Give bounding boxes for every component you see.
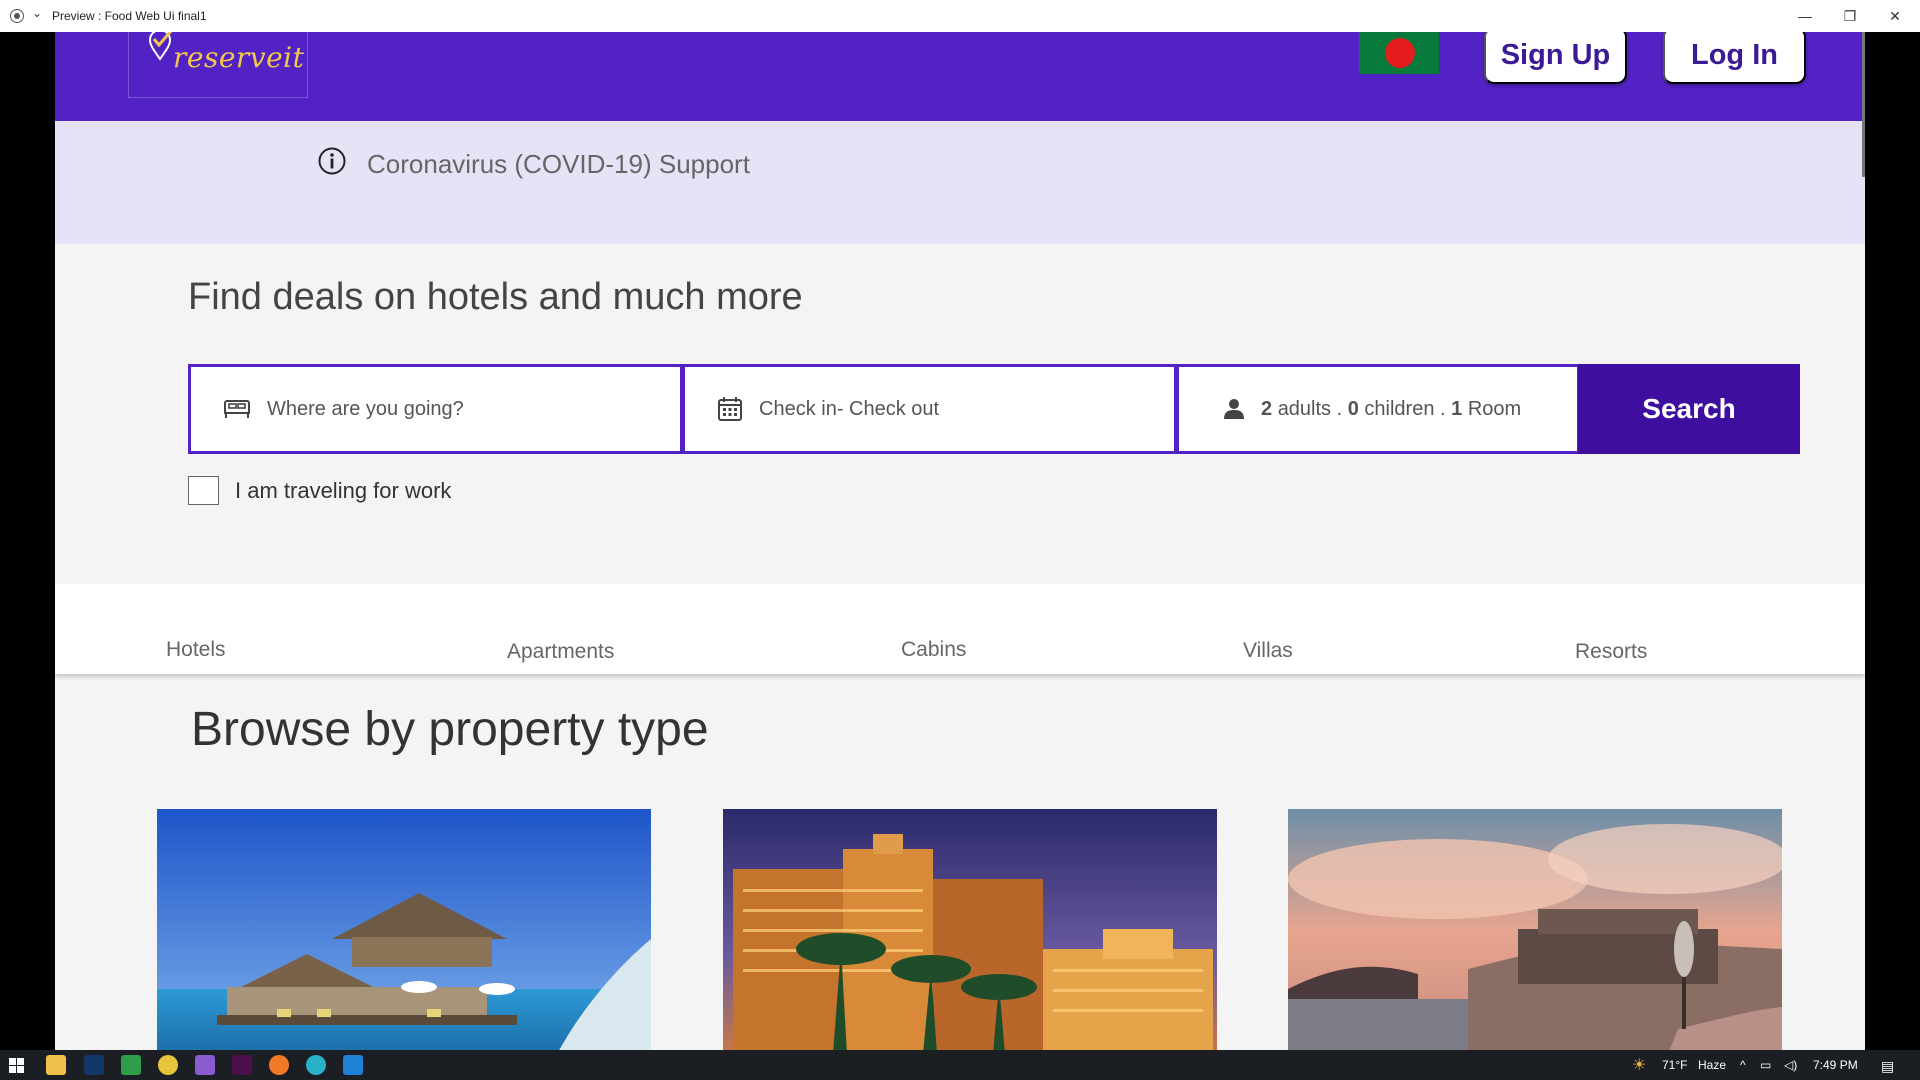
edge-icon[interactable] xyxy=(306,1055,326,1075)
sticky-app-icon[interactable] xyxy=(121,1055,141,1075)
destination-field[interactable]: Where are you going? xyxy=(188,364,683,454)
adults-count: 2 xyxy=(1261,397,1273,420)
property-card-resort[interactable] xyxy=(1288,809,1782,1050)
tab-resorts[interactable]: Resorts xyxy=(1575,640,1647,664)
window-title: Preview : Food Web Ui final1 xyxy=(52,9,207,23)
temperature-text[interactable]: 71°F xyxy=(1662,1058,1687,1072)
rooms-count: 1 xyxy=(1451,397,1463,420)
hotel-night-image xyxy=(723,809,1217,1050)
tray-chevron-icon[interactable]: ^ xyxy=(1740,1058,1746,1072)
restore-button[interactable]: ❐ xyxy=(1830,4,1870,28)
logo[interactable]: reserveit xyxy=(128,32,308,98)
minimize-button[interactable]: — xyxy=(1785,4,1825,28)
overwater-villa-image xyxy=(157,809,651,1050)
guests-summary: 2 adults . 0 children . 1 Room xyxy=(1261,398,1521,421)
adobe-xd-icon[interactable] xyxy=(232,1055,252,1075)
children-count: 0 xyxy=(1347,397,1359,420)
network-icon[interactable]: ▭ xyxy=(1760,1058,1771,1072)
close-button[interactable]: ✕ xyxy=(1875,4,1915,28)
covid-support-link[interactable]: Coronavirus (COVID-19) Support xyxy=(367,149,750,180)
children-label: children . xyxy=(1364,397,1446,420)
tab-apartments[interactable]: Apartments xyxy=(507,640,614,664)
visual-studio-icon[interactable] xyxy=(195,1055,215,1075)
work-travel-label[interactable]: I am traveling for work xyxy=(235,478,451,504)
property-type-tabs: Hotels Apartments Cabins Villas Resorts xyxy=(55,584,1865,674)
weather-text[interactable]: Haze xyxy=(1698,1058,1726,1072)
covid-banner[interactable]: Coronavirus (COVID-19) Support xyxy=(55,121,1865,244)
bed-icon xyxy=(224,400,250,418)
weather-sun-icon[interactable]: ☀ xyxy=(1632,1055,1646,1075)
logo-text: reserveit xyxy=(173,41,305,74)
location-pin-check-icon xyxy=(148,32,173,61)
work-travel-checkbox[interactable] xyxy=(188,476,219,505)
os-taskbar: ☀ 71°F Haze ^ ▭ ◁) 7:49 PM ▤ xyxy=(0,1050,1920,1080)
firefox-icon[interactable] xyxy=(269,1055,289,1075)
windows-start-icon[interactable] xyxy=(9,1058,24,1073)
tab-villas[interactable]: Villas xyxy=(1243,639,1293,663)
guests-field[interactable]: 2 adults . 0 children . 1 Room xyxy=(1176,364,1580,454)
adults-label: adults . xyxy=(1277,397,1343,420)
beach-resort-image xyxy=(1288,809,1782,1050)
clock-text[interactable]: 7:49 PM xyxy=(1813,1058,1858,1072)
rooms-label: Room xyxy=(1467,397,1522,420)
chrome-icon[interactable] xyxy=(158,1055,178,1075)
signup-button[interactable]: Sign Up xyxy=(1484,32,1627,84)
search-button[interactable]: Search xyxy=(1578,364,1800,454)
vscode-icon[interactable] xyxy=(343,1055,363,1075)
property-card-villa[interactable] xyxy=(157,809,651,1050)
tab-hotels[interactable]: Hotels xyxy=(166,638,226,662)
volume-icon[interactable]: ◁) xyxy=(1784,1058,1797,1072)
chevron-down-icon[interactable]: ⌄ xyxy=(32,6,42,20)
browse-title: Browse by property type xyxy=(191,703,709,756)
app-canvas: reserveit Sign Up Log In Coronavirus (CO… xyxy=(55,32,1865,1050)
tab-cabins[interactable]: Cabins xyxy=(901,638,966,662)
window-titlebar: ⌄ Preview : Food Web Ui final1 — ❐ ✕ xyxy=(0,0,1920,32)
property-card-hotels[interactable] xyxy=(723,809,1217,1050)
notification-icon[interactable]: ▤ xyxy=(1881,1058,1894,1075)
app-icon xyxy=(10,9,24,23)
person-icon xyxy=(1224,399,1244,419)
bangladesh-flag[interactable] xyxy=(1359,32,1439,74)
hero-title: Find deals on hotels and much more xyxy=(188,276,803,318)
login-button[interactable]: Log In xyxy=(1663,32,1806,84)
file-explorer-icon[interactable] xyxy=(46,1055,66,1075)
dates-placeholder: Check in- Check out xyxy=(759,397,940,420)
page-scrollbar[interactable] xyxy=(1862,32,1865,177)
calendar-icon xyxy=(718,397,742,421)
site-header: reserveit Sign Up Log In xyxy=(55,32,1865,121)
destination-placeholder: Where are you going? xyxy=(267,397,464,420)
search-bar: Where are you going? Check in- Check out… xyxy=(188,364,1800,454)
dates-field[interactable]: Check in- Check out xyxy=(682,364,1177,454)
info-circle-icon xyxy=(318,147,346,175)
photoshop-icon[interactable] xyxy=(84,1055,104,1075)
